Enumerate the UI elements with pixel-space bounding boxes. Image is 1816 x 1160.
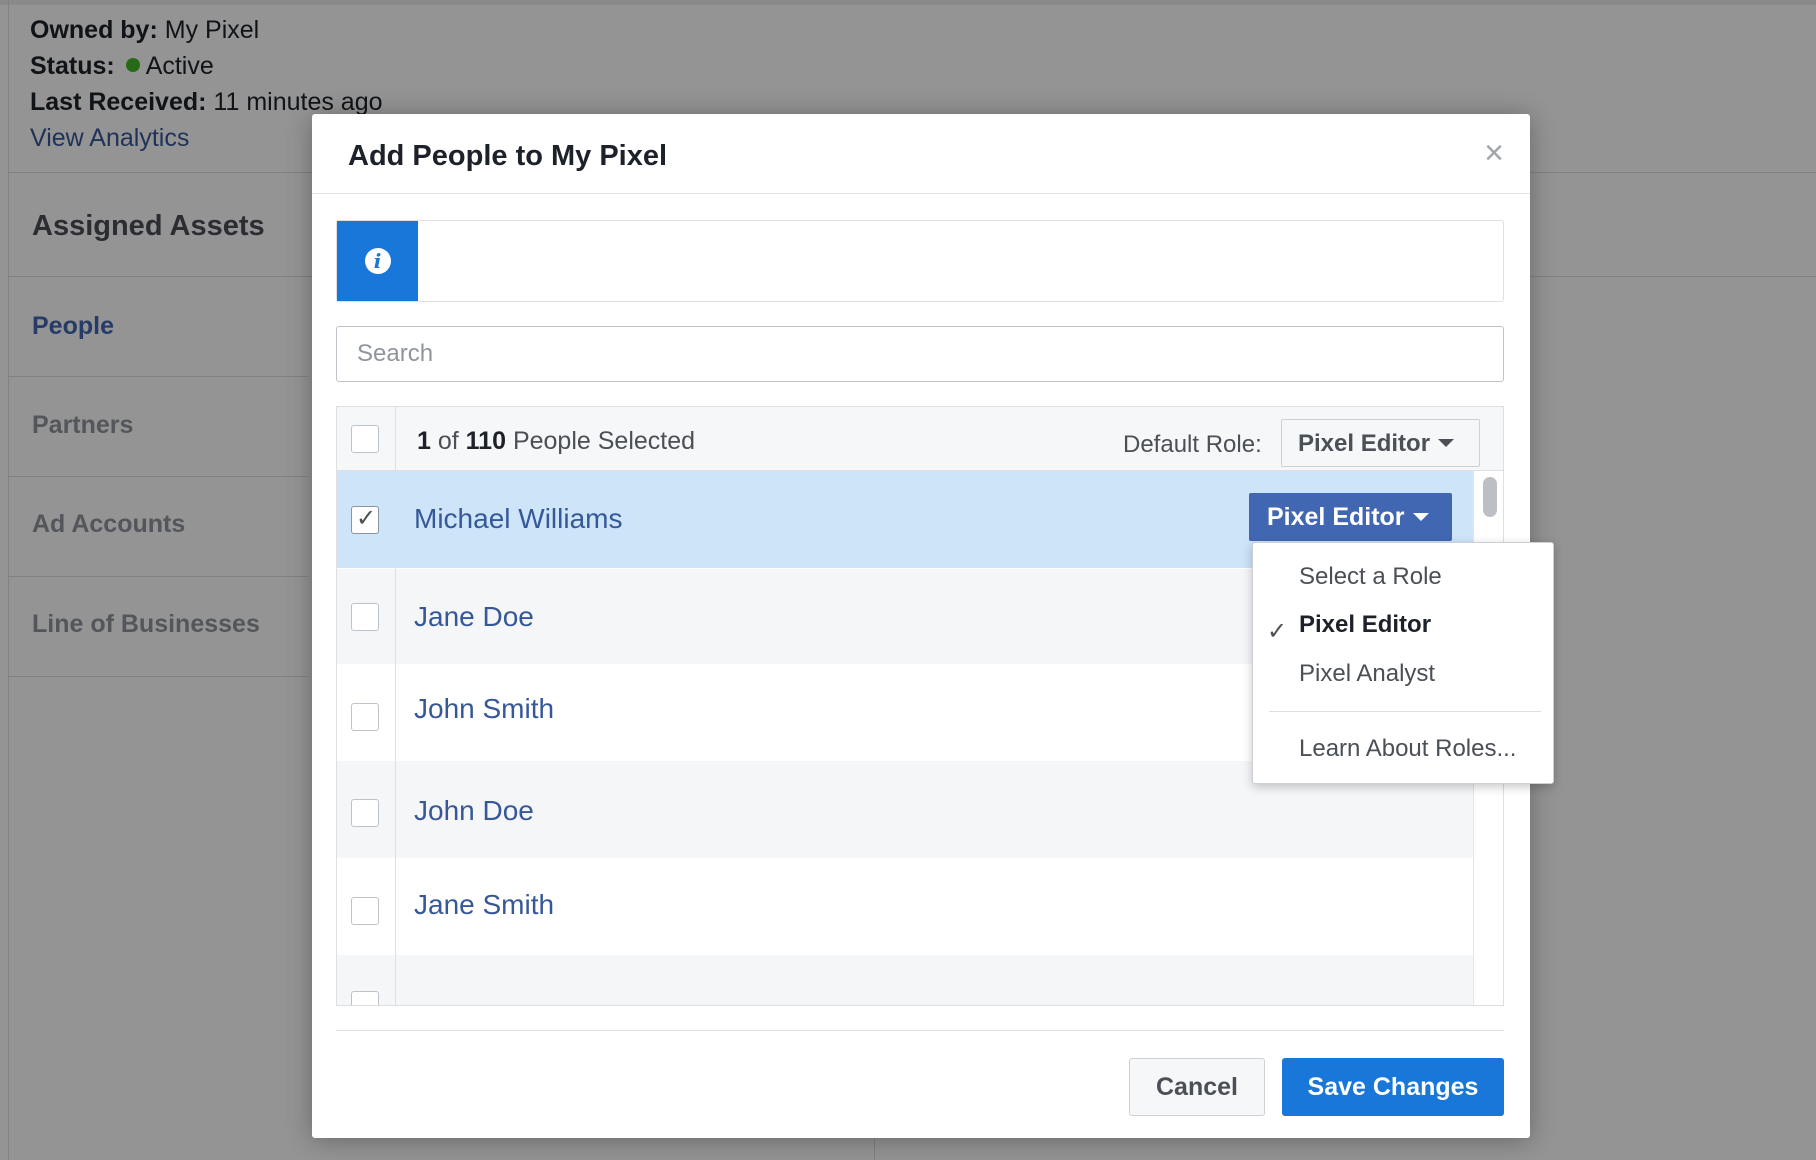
list-header: 1 of 110 People Selected Default Role: P… (337, 407, 1503, 471)
total-count: 110 (465, 427, 506, 455)
checkmark-icon: ✓ (1267, 618, 1288, 645)
row-checkbox[interactable] (351, 897, 379, 925)
selection-of-text: of (430, 427, 466, 455)
selected-count: 1 (417, 427, 431, 455)
person-name[interactable]: Jane Smith (414, 889, 554, 921)
menu-item-select-a-role[interactable]: Select a Role (1299, 563, 1442, 591)
selection-suffix: People Selected (506, 427, 696, 455)
close-icon[interactable]: × (1484, 136, 1504, 170)
default-role-dropdown[interactable]: Pixel Editor (1281, 419, 1480, 467)
info-icon: i (364, 248, 391, 274)
checkmark-icon: ✓ (356, 505, 377, 532)
select-all-checkbox[interactable] (351, 425, 379, 453)
menu-item-pixel-editor[interactable]: Pixel Editor (1299, 611, 1431, 639)
list-item[interactable]: Jane Smith (337, 859, 1473, 955)
footer-divider (336, 1030, 1504, 1031)
role-dropdown-button[interactable]: Pixel Editor (1249, 493, 1452, 541)
info-notice-icon-box: i (337, 221, 418, 301)
role-dropdown-menu: Select a Role ✓ Pixel Editor Pixel Analy… (1252, 542, 1554, 784)
row-checkbox[interactable] (351, 603, 379, 631)
info-notice: i (336, 220, 1504, 302)
save-changes-button[interactable]: Save Changes (1282, 1058, 1504, 1116)
role-dropdown-value: Pixel Editor (1267, 503, 1405, 531)
dialog-title: Add People to My Pixel (348, 140, 668, 172)
menu-item-pixel-analyst[interactable]: Pixel Analyst (1299, 660, 1435, 688)
person-name[interactable]: Michael Williams (414, 503, 622, 535)
dialog-header: Add People to My Pixel × (312, 114, 1530, 194)
menu-divider (1269, 711, 1541, 712)
row-checkbox[interactable] (351, 799, 379, 827)
selection-count: 1 of 110 People Selected (417, 427, 695, 456)
column-divider (395, 407, 396, 1005)
scrollbar-thumb[interactable] (1483, 477, 1497, 517)
menu-item-learn-about-roles[interactable]: Learn About Roles... (1299, 735, 1516, 763)
search-input[interactable] (336, 326, 1504, 382)
row-checkbox[interactable] (351, 703, 379, 731)
person-name[interactable]: Jane Doe (414, 601, 534, 633)
chevron-down-icon (1438, 439, 1455, 448)
default-role-label: Default Role: (1123, 431, 1262, 458)
default-role-value: Pixel Editor (1298, 430, 1431, 457)
person-name[interactable]: John Doe (414, 795, 534, 827)
chevron-down-icon (1412, 512, 1429, 521)
row-checkbox[interactable]: ✓ (351, 505, 379, 534)
row-checkbox[interactable] (351, 991, 379, 1005)
cancel-button[interactable]: Cancel (1129, 1058, 1265, 1116)
person-name[interactable]: John Smith (414, 693, 554, 725)
list-item[interactable] (337, 955, 1473, 1005)
